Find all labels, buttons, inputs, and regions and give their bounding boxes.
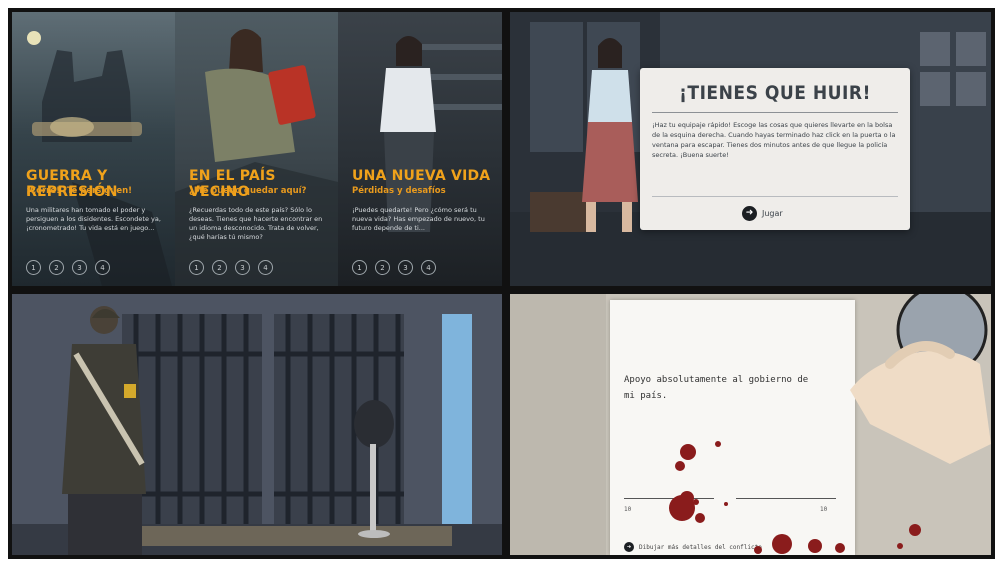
chapter-select-panel: GUERRA Y REPRESIÓN ¡Corre! ¡Te persiguen… bbox=[12, 12, 502, 286]
chapter-card-3[interactable]: UNA NUEVA VIDA Pérdidas y desafíos ¡Pued… bbox=[338, 12, 502, 286]
chapter-1-steps: 1 2 3 4 bbox=[26, 260, 110, 275]
chapter-1-description: Una militares han tomado el poder y pers… bbox=[26, 206, 161, 232]
arrow-right-icon: ➜ bbox=[742, 205, 757, 221]
chapter-3-description: ¡Puedes quedarte! Pero ¿cómo será tu nue… bbox=[352, 206, 485, 232]
escape-scene-panel: ¡TIENES QUE HUIR! ¡Haz tu equipaje rápid… bbox=[510, 12, 991, 286]
chapter-card-1[interactable]: GUERRA Y REPRESIÓN ¡Corre! ¡Te persiguen… bbox=[12, 12, 175, 286]
step-button[interactable]: 3 bbox=[72, 260, 87, 275]
agreement-slider-track[interactable] bbox=[624, 498, 714, 499]
pledge-statement: Apoyo absolutamente al gobierno de mi pa… bbox=[624, 375, 809, 401]
chapter-2-description: ¿Recuerdas todo de este país? Sólo lo de… bbox=[189, 206, 323, 241]
chapter-2-subtitle: ¿Me puedo quedar aquí? bbox=[189, 186, 307, 196]
step-button[interactable]: 4 bbox=[95, 260, 110, 275]
chapter-3-steps: 1 2 3 4 bbox=[352, 260, 436, 275]
pledge-document: Apoyo absolutamente al gobierno de mi pa… bbox=[610, 300, 855, 555]
play-button-label: Jugar bbox=[762, 208, 783, 218]
pledge-panel: Apoyo absolutamente al gobierno de mi pa… bbox=[510, 294, 991, 555]
chapter-2-steps: 1 2 3 4 bbox=[189, 260, 273, 275]
dialog-title: ¡TIENES QUE HUIR! bbox=[679, 82, 871, 104]
dialog-body: ¡Haz tu equipaje rápido! Escoge las cosa… bbox=[652, 121, 896, 159]
agreement-slider-track[interactable] bbox=[736, 498, 836, 499]
step-button[interactable]: 1 bbox=[352, 260, 367, 275]
step-button[interactable]: 4 bbox=[421, 260, 436, 275]
agreement-slider-handle[interactable] bbox=[680, 491, 694, 505]
chapter-3-illustration bbox=[380, 36, 502, 232]
step-button[interactable]: 2 bbox=[49, 260, 64, 275]
scale-min-label: 10 bbox=[624, 506, 632, 513]
arrow-right-icon: ➜ bbox=[624, 542, 634, 552]
step-button[interactable]: 2 bbox=[375, 260, 390, 275]
more-details-label: Dibujar más detalles del conflicto bbox=[639, 543, 762, 551]
chapter-card-2[interactable]: EN EL PAÍS VECINO ¿Me puedo quedar aquí?… bbox=[175, 12, 338, 286]
step-button[interactable]: 4 bbox=[258, 260, 273, 275]
scale-max-label: 10 bbox=[820, 506, 828, 513]
dialog-divider bbox=[652, 112, 898, 113]
chapter-1-illustration bbox=[27, 31, 172, 286]
chapter-3-subtitle: Pérdidas y desafíos bbox=[352, 186, 446, 196]
step-button[interactable]: 1 bbox=[26, 260, 41, 275]
more-details-link[interactable]: ➜ Dibujar más detalles del conflicto bbox=[624, 542, 762, 552]
chapter-1-subtitle: ¡Corre! ¡Te persiguen! bbox=[26, 186, 133, 196]
jail-illustration bbox=[12, 294, 502, 555]
play-button[interactable]: ➜ Jugar bbox=[742, 204, 783, 222]
step-button[interactable]: 2 bbox=[212, 260, 227, 275]
flee-dialog: ¡TIENES QUE HUIR! ¡Haz tu equipaje rápid… bbox=[640, 68, 910, 230]
step-button[interactable]: 1 bbox=[189, 260, 204, 275]
chapter-2-illustration bbox=[175, 29, 338, 286]
step-button[interactable]: 3 bbox=[398, 260, 413, 275]
dialog-divider bbox=[652, 196, 898, 197]
chapter-3-title: UNA NUEVA VIDA bbox=[352, 168, 491, 184]
step-button[interactable]: 3 bbox=[235, 260, 250, 275]
jail-scene-panel bbox=[12, 294, 502, 555]
collage-frame: GUERRA Y REPRESIÓN ¡Corre! ¡Te persiguen… bbox=[8, 8, 995, 559]
